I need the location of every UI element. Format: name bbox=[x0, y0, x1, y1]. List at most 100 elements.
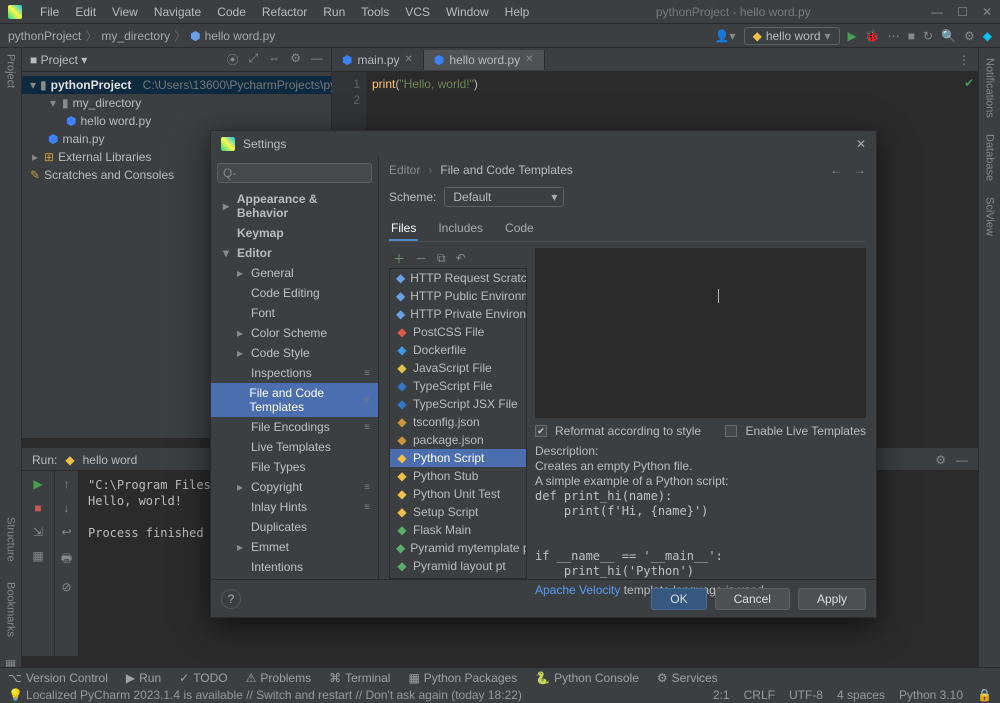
settings-nav-inlay-hints[interactable]: Inlay Hints≡ bbox=[211, 497, 378, 517]
add-template-icon[interactable]: ＋ bbox=[393, 250, 405, 267]
exit-icon[interactable]: ⇲ bbox=[33, 525, 43, 539]
settings-nav-emmet[interactable]: ▸Emmet bbox=[211, 537, 378, 557]
tab-close-icon[interactable]: ✕ bbox=[405, 54, 413, 65]
tree-file[interactable]: ⬢hello word.py bbox=[22, 112, 331, 130]
wrap-icon[interactable]: ↩ bbox=[61, 525, 71, 539]
minimize-icon[interactable]: — bbox=[931, 5, 943, 19]
bottom-tool-terminal[interactable]: ⌘Terminal bbox=[329, 671, 390, 685]
scheme-select[interactable]: Default bbox=[444, 187, 564, 207]
template-editor[interactable] bbox=[535, 248, 866, 418]
template-http-public-environment-file[interactable]: ◆HTTP Public Environment File bbox=[390, 287, 526, 305]
template-pyramid-mytemplate-pt[interactable]: ◆Pyramid mytemplate pt bbox=[390, 539, 526, 557]
help-icon[interactable]: ? bbox=[221, 589, 241, 609]
down-icon[interactable]: ↓ bbox=[64, 501, 70, 515]
menu-run[interactable]: Run bbox=[317, 3, 351, 21]
hide-icon[interactable]: — bbox=[311, 51, 323, 68]
ok-button[interactable]: OK bbox=[651, 588, 706, 610]
settings-nav-copyright[interactable]: ▸Copyright≡ bbox=[211, 477, 378, 497]
settings-nav-editor[interactable]: ▾Editor bbox=[211, 243, 378, 263]
status-encoding[interactable]: UTF-8 bbox=[789, 688, 823, 702]
template-postcss-file[interactable]: ◆PostCSS File bbox=[390, 323, 526, 341]
settings-nav-appearance-behavior[interactable]: ▸Appearance & Behavior bbox=[211, 189, 378, 223]
template-javascript-file[interactable]: ◆JavaScript File bbox=[390, 359, 526, 377]
rerun-icon[interactable]: ▶ bbox=[33, 477, 42, 491]
crumb-file[interactable]: hello word.py bbox=[205, 29, 276, 43]
cancel-button[interactable]: Cancel bbox=[715, 588, 790, 610]
bottom-tool-python-console[interactable]: 🐍Python Console bbox=[535, 671, 639, 685]
expand-icon[interactable]: ⤢ bbox=[249, 51, 259, 68]
collapse-icon[interactable]: ⇔ bbox=[268, 51, 280, 68]
tool-bookmarks[interactable]: Bookmarks bbox=[5, 582, 17, 637]
search-icon[interactable]: 🔍 bbox=[941, 29, 956, 43]
revert-template-icon[interactable]: ↶ bbox=[456, 251, 466, 265]
status-bulb-icon[interactable]: 💡 bbox=[8, 688, 23, 702]
settings-nav-intentions[interactable]: Intentions bbox=[211, 557, 378, 577]
menu-edit[interactable]: Edit bbox=[69, 3, 102, 21]
stop-run-icon[interactable]: ■ bbox=[34, 501, 41, 515]
nav-forward-icon[interactable]: → bbox=[854, 163, 866, 177]
reformat-checkbox[interactable]: ✔ bbox=[535, 425, 547, 437]
user-icon[interactable]: 👤▾ bbox=[715, 29, 736, 43]
remove-template-icon[interactable]: － bbox=[415, 250, 427, 267]
settings-nav-code-style[interactable]: ▸Code Style bbox=[211, 343, 378, 363]
menu-refactor[interactable]: Refactor bbox=[256, 3, 313, 21]
settings-nav-file-and-code-templates[interactable]: File and Code Templates≡ bbox=[211, 383, 378, 417]
layout-icon[interactable]: ▦ bbox=[32, 549, 43, 563]
subtab-files[interactable]: Files bbox=[389, 217, 418, 241]
template-package-json[interactable]: ◆package.json bbox=[390, 431, 526, 449]
menu-tools[interactable]: Tools bbox=[355, 3, 395, 21]
bottom-tool-python-packages[interactable]: ▦Python Packages bbox=[408, 671, 517, 685]
dialog-close-icon[interactable]: ✕ bbox=[856, 137, 866, 151]
project-root[interactable]: ▾▮ pythonProject C:\Users\13600\PycharmP… bbox=[22, 76, 331, 94]
git-icon[interactable]: ↻ bbox=[923, 29, 933, 43]
crumb-project[interactable]: pythonProject bbox=[8, 29, 81, 43]
menu-navigate[interactable]: Navigate bbox=[148, 3, 207, 21]
template-typescript-file[interactable]: ◆TypeScript File bbox=[390, 377, 526, 395]
tool-notifications[interactable]: Notifications bbox=[984, 58, 996, 118]
status-lock-icon[interactable]: 🔒 bbox=[977, 688, 992, 702]
run-settings-icon[interactable]: ⚙ bbox=[935, 453, 946, 467]
settings-crumb-root[interactable]: Editor bbox=[389, 163, 420, 177]
template-python-unit-test[interactable]: ◆Python Unit Test bbox=[390, 485, 526, 503]
tree-folder[interactable]: ▾▮my_directory bbox=[22, 94, 331, 112]
menu-code[interactable]: Code bbox=[211, 3, 252, 21]
template-http-request-scratch[interactable]: ◆HTTP Request Scratch bbox=[390, 269, 526, 287]
tool-sciview[interactable]: SciView bbox=[984, 197, 996, 236]
inspection-ok-icon[interactable]: ✔ bbox=[964, 76, 974, 90]
status-separator[interactable]: CRLF bbox=[744, 688, 775, 702]
debug-icon[interactable]: 🐞 bbox=[865, 29, 880, 43]
template-python-stub[interactable]: ◆Python Stub bbox=[390, 467, 526, 485]
template-python-script[interactable]: ◆Python Script bbox=[390, 449, 526, 467]
maximize-icon[interactable]: ☐ bbox=[957, 5, 968, 19]
gear-icon[interactable]: ⚙ bbox=[290, 51, 301, 68]
status-interpreter[interactable]: Python 3.10 bbox=[899, 688, 963, 702]
tab-hello[interactable]: ⬢hello word.py✕ bbox=[424, 50, 545, 70]
tab-close-icon[interactable]: ✕ bbox=[525, 54, 533, 65]
up-icon[interactable]: ↑ bbox=[64, 477, 70, 491]
tool-project[interactable]: Project bbox=[5, 54, 17, 88]
settings-nav-inspections[interactable]: Inspections≡ bbox=[211, 363, 378, 383]
settings-search[interactable]: Q- bbox=[217, 163, 372, 183]
bottom-tool-services[interactable]: ⚙Services bbox=[657, 671, 718, 685]
settings-nav-duplicates[interactable]: Duplicates bbox=[211, 517, 378, 537]
run-config-selector[interactable]: ◆hello word▾ bbox=[744, 27, 840, 45]
print-icon[interactable]: 🖶 bbox=[61, 549, 72, 570]
template-dockerfile[interactable]: ◆Dockerfile bbox=[390, 341, 526, 359]
bottom-tool-todo[interactable]: ✓TODO bbox=[179, 671, 228, 685]
menu-vcs[interactable]: VCS bbox=[399, 3, 436, 21]
template-typescript-jsx-file[interactable]: ◆TypeScript JSX File bbox=[390, 395, 526, 413]
trash-icon[interactable]: ⊘ bbox=[61, 580, 71, 594]
settings-icon[interactable]: ⚙ bbox=[964, 29, 975, 43]
settings-nav-general[interactable]: ▸General bbox=[211, 263, 378, 283]
menu-view[interactable]: View bbox=[106, 3, 144, 21]
template-pyramid-layout-pt[interactable]: ◆Pyramid layout pt bbox=[390, 557, 526, 575]
nav-back-icon[interactable]: ← bbox=[830, 163, 842, 177]
template-http-private-environment-file[interactable]: ◆HTTP Private Environment File bbox=[390, 305, 526, 323]
template-list[interactable]: ◆HTTP Request Scratch◆HTTP Public Enviro… bbox=[389, 268, 527, 579]
subtab-includes[interactable]: Includes bbox=[436, 217, 485, 241]
template-tsconfig-json[interactable]: ◆tsconfig.json bbox=[390, 413, 526, 431]
template-setup-script[interactable]: ◆Setup Script bbox=[390, 503, 526, 521]
copy-template-icon[interactable]: ⧉ bbox=[437, 251, 446, 266]
stop-icon[interactable]: ■ bbox=[908, 29, 915, 43]
settings-nav-keymap[interactable]: Keymap bbox=[211, 223, 378, 243]
